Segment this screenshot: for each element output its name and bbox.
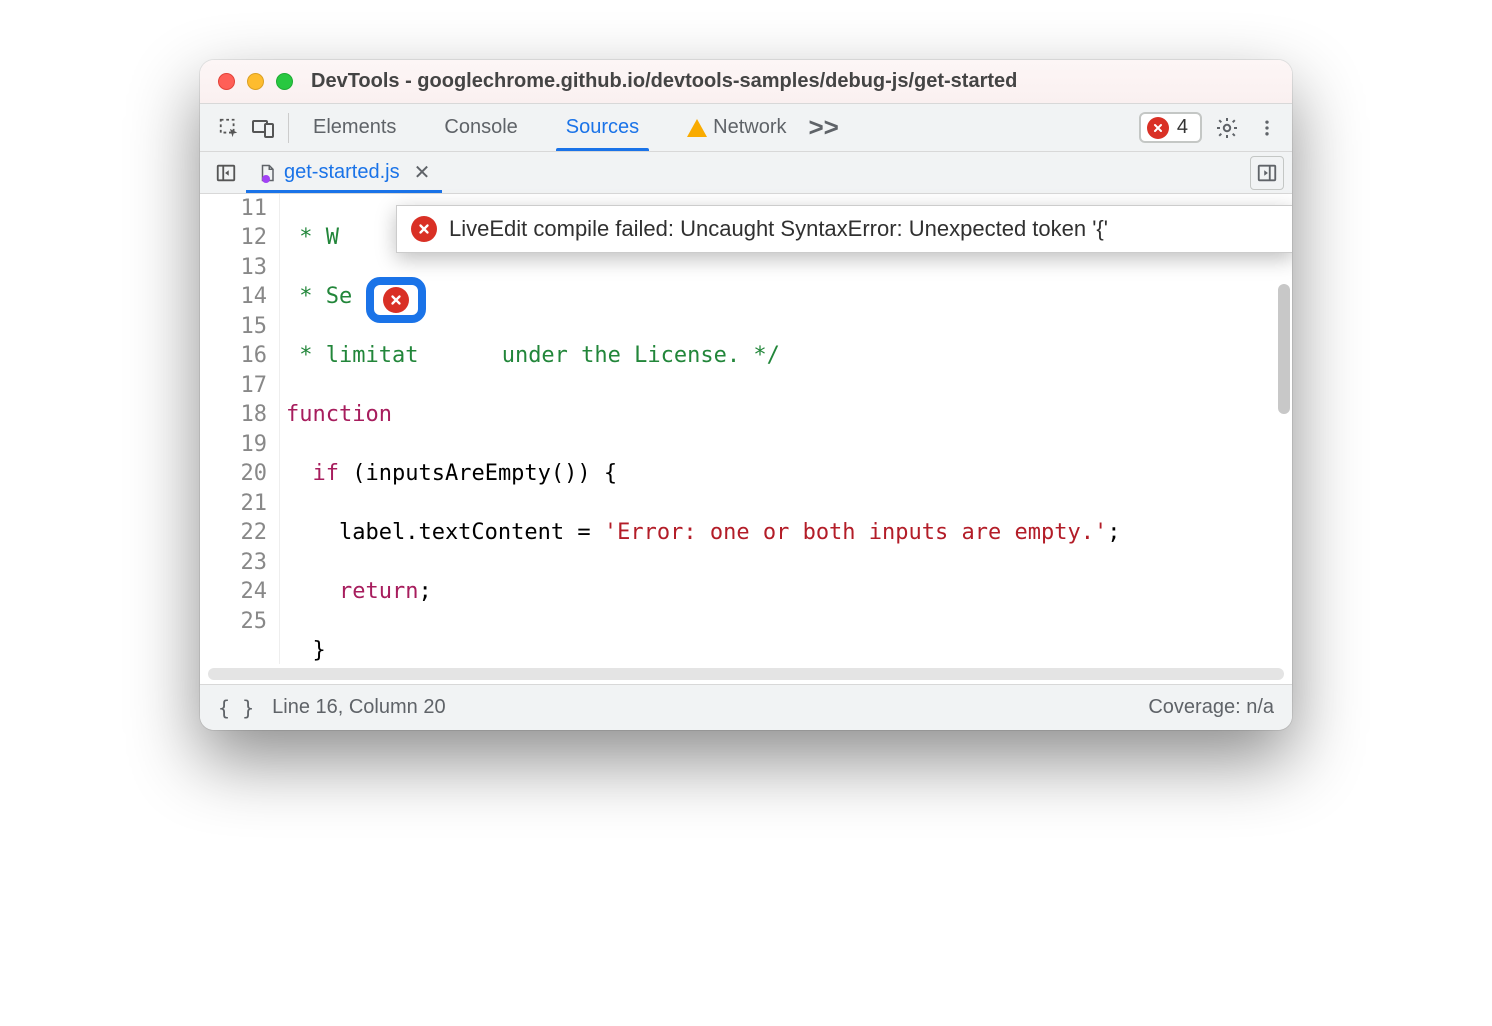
more-tabs-button[interactable]: >> — [809, 112, 839, 143]
code-text: label.textContent = — [286, 520, 604, 545]
show-navigator-icon[interactable] — [212, 159, 240, 187]
tab-label: Sources — [566, 116, 639, 139]
file-tabbar: get-started.js ✕ — [200, 152, 1292, 194]
tab-sources[interactable]: Sources — [556, 104, 649, 151]
file-tab-get-started-js[interactable]: get-started.js ✕ — [246, 152, 442, 193]
close-tab-icon[interactable]: ✕ — [414, 160, 431, 185]
warning-icon — [687, 119, 707, 137]
code-text: } — [286, 638, 326, 663]
line-number[interactable]: 15 — [200, 312, 267, 341]
tab-network[interactable]: Network — [677, 104, 796, 151]
code-text: 'Error: one or both inputs are empty.' — [604, 520, 1107, 545]
line-number[interactable]: 16 — [200, 341, 267, 370]
code-text: return — [339, 579, 418, 604]
error-icon — [1147, 117, 1169, 139]
error-count-badge[interactable]: 4 — [1139, 112, 1202, 143]
code-text: function — [286, 402, 392, 427]
minimize-window-button[interactable] — [247, 73, 264, 90]
line-number[interactable]: 22 — [200, 518, 267, 547]
window-title: DevTools - googlechrome.github.io/devtoo… — [311, 70, 1017, 93]
line-number[interactable]: 23 — [200, 548, 267, 577]
error-tooltip-message: LiveEdit compile failed: Uncaught Syntax… — [449, 216, 1108, 242]
code-text — [392, 402, 419, 427]
line-number[interactable]: 11 — [200, 194, 267, 223]
cursor-position: Line 16, Column 20 — [272, 696, 445, 719]
device-toolbar-icon[interactable] — [248, 113, 278, 143]
line-number[interactable]: 24 — [200, 577, 267, 606]
line-gutter[interactable]: 11 12 13 14 15 16 17 18 19 20 21 22 23 2… — [200, 194, 280, 664]
statusbar: { } Line 16, Column 20 Coverage: n/a — [200, 684, 1292, 730]
editor-area: 11 12 13 14 15 16 17 18 19 20 21 22 23 2… — [200, 194, 1292, 664]
code-text — [286, 461, 313, 486]
more-options-icon[interactable] — [1252, 113, 1282, 143]
line-number[interactable]: 17 — [200, 371, 267, 400]
line-number[interactable]: 18 — [200, 400, 267, 429]
file-tab-label: get-started.js — [284, 161, 400, 184]
modified-indicator-icon — [262, 175, 270, 183]
traffic-lights — [218, 73, 293, 90]
error-icon[interactable] — [383, 287, 409, 313]
line-number[interactable]: 20 — [200, 459, 267, 488]
tab-label: Elements — [313, 116, 396, 139]
code-text — [286, 579, 339, 604]
pretty-print-button[interactable]: { } — [218, 696, 254, 720]
code-text: under the License. */ — [488, 343, 779, 368]
tab-label: Network — [713, 116, 786, 139]
select-element-icon[interactable] — [214, 113, 244, 143]
line-number[interactable]: 12 — [200, 223, 267, 252]
toolbar-right: 4 — [1139, 112, 1282, 143]
tab-label: Console — [444, 116, 517, 139]
line-number[interactable]: 13 — [200, 253, 267, 282]
main-toolbar: Elements Console Sources Network >> 4 — [200, 104, 1292, 152]
code-text: (inputsAreEmpty()) { — [339, 461, 617, 486]
error-icon — [411, 216, 437, 242]
code-text: * Se — [286, 284, 352, 309]
line-number[interactable]: 14 — [200, 282, 267, 311]
close-window-button[interactable] — [218, 73, 235, 90]
code-text: * limitat — [286, 343, 418, 368]
settings-icon[interactable] — [1212, 113, 1242, 143]
scrollbar-thumb[interactable] — [208, 668, 1284, 680]
tab-console[interactable]: Console — [434, 104, 527, 151]
code-content[interactable]: * W * Se * limitat under the License. */… — [280, 194, 1292, 664]
panel-tabs: Elements Console Sources Network — [303, 104, 797, 151]
code-text: * W — [286, 225, 339, 250]
line-number[interactable]: 19 — [200, 430, 267, 459]
titlebar: DevTools - googlechrome.github.io/devtoo… — [200, 60, 1292, 104]
inline-error-highlight — [366, 277, 426, 323]
code-text: ; — [418, 579, 431, 604]
error-tooltip: LiveEdit compile failed: Uncaught Syntax… — [396, 205, 1292, 253]
line-number[interactable]: 21 — [200, 489, 267, 518]
code-text: if — [313, 461, 340, 486]
error-count: 4 — [1177, 116, 1188, 139]
coverage-status: Coverage: n/a — [1148, 696, 1274, 719]
show-debugger-icon[interactable] — [1250, 156, 1284, 190]
line-number[interactable]: 25 — [200, 607, 267, 636]
horizontal-scrollbar[interactable] — [200, 664, 1292, 684]
tab-elements[interactable]: Elements — [303, 104, 406, 151]
separator — [288, 113, 289, 143]
vertical-scrollbar[interactable] — [1278, 284, 1290, 414]
devtools-window: DevTools - googlechrome.github.io/devtoo… — [200, 60, 1292, 730]
fullscreen-window-button[interactable] — [276, 73, 293, 90]
code-text: ; — [1107, 520, 1120, 545]
